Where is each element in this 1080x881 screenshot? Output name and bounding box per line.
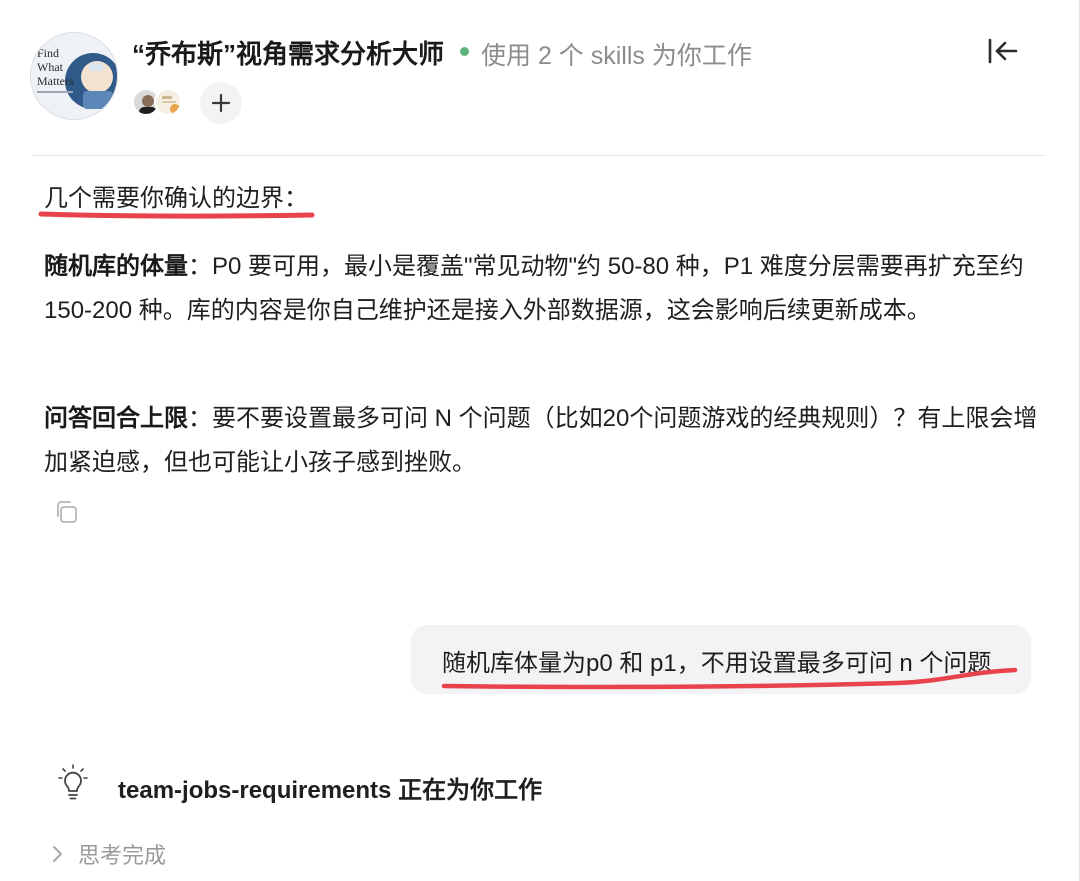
agent-status-text: 使用 2 个 skills 为你工作 (481, 42, 752, 70)
red-annotation-underline (38, 211, 315, 219)
boundary-item-label: 随机库的体量 (44, 253, 188, 280)
collapse-left-icon (988, 38, 1018, 64)
boundary-item-text: ：要不要设置最多可问 N 个问题（比如20个问题游戏的经典规则）？有上限会增加紧… (44, 405, 1038, 476)
skill-avatar-requirements[interactable] (154, 88, 182, 116)
agent-avatar[interactable]: Find What Matters (30, 32, 118, 120)
add-skill-button[interactable] (200, 82, 242, 124)
working-status-text: team-jobs-requirements 正在为你工作 (118, 777, 543, 804)
avatar-book-word-1: Find (37, 46, 59, 60)
skill-avatar-image (156, 90, 180, 114)
status-indicator-dot (460, 47, 469, 56)
boundary-item-question-limit: 问答回合上限：要不要设置最多可问 N 个问题（比如20个问题游戏的经典规则）？有… (44, 397, 1040, 485)
thinking-toggle[interactable]: 思考完成 (50, 838, 166, 870)
collapse-panel-button[interactable] (980, 30, 1026, 72)
avatar-book-word-3: Matters (37, 74, 74, 88)
thinking-label: 思考完成 (78, 843, 167, 868)
copy-icon (57, 501, 77, 523)
copy-message-button[interactable] (50, 496, 82, 528)
header-divider (32, 155, 1044, 156)
agent-avatar-image: Find What Matters (31, 33, 117, 119)
boundary-item-text: ：P0 要可用，最小是覆盖"常见动物"约 50-80 种，P1 难度分层需要再扩… (44, 253, 1024, 324)
plus-icon (211, 93, 231, 113)
avatar-book-word-2: What (37, 60, 64, 74)
lightbulb-icon (58, 764, 88, 800)
boundary-item-label: 问答回合上限 (44, 405, 188, 432)
boundary-item-library-size: 随机库的体量：P0 要可用，最小是覆盖"常见动物"约 50-80 种，P1 难度… (44, 245, 1040, 333)
chat-panel: Find What Matters “乔布斯”视角需求分析大师 使用 2 个 s… (0, 0, 1080, 881)
chevron-right-icon (53, 846, 62, 862)
red-annotation-underline (441, 667, 1018, 690)
agent-name: “乔布斯”视角需求分析大师 (132, 39, 445, 69)
